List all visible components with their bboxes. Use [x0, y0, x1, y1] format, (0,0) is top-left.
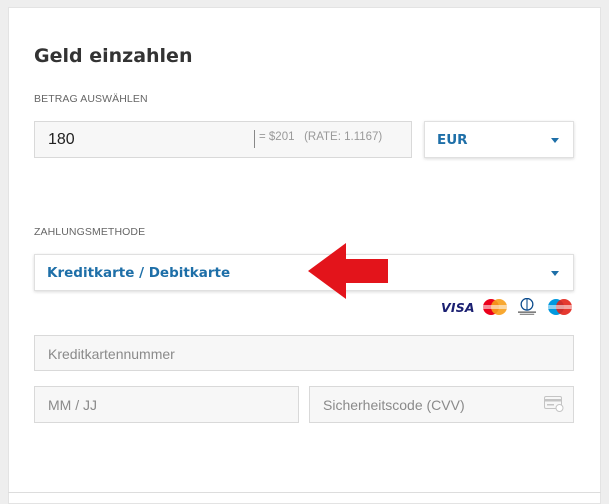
page-title: Geld einzahlen: [34, 45, 193, 67]
amount-value: 180: [48, 131, 75, 148]
red-arrow-icon: [308, 243, 388, 299]
currency-value: EUR: [437, 132, 468, 148]
divider: [8, 492, 601, 493]
conversion-rate: = $201 (RATE: 1.1167): [259, 131, 383, 143]
cvv-card-icon: [544, 396, 564, 412]
cvv-placeholder: Sicherheitscode (CVV): [323, 397, 465, 413]
diners-club-icon: [518, 298, 536, 315]
payment-method-select[interactable]: Kreditkarte / Debitkarte: [34, 254, 574, 291]
card-number-field[interactable]: Kreditkartennummer: [34, 335, 574, 371]
maestro-icon: [548, 299, 572, 315]
payment-method-value: Kreditkarte / Debitkarte: [47, 265, 231, 281]
amount-label: BETRAG AUSWÄHLEN: [34, 93, 148, 105]
mastercard-icon: [483, 299, 507, 315]
cvv-field[interactable]: Sicherheitscode (CVV): [309, 386, 574, 423]
currency-select[interactable]: EUR: [424, 121, 574, 158]
visa-icon: VISA: [441, 300, 475, 315]
expiry-field[interactable]: MM / JJ: [34, 386, 299, 423]
amount-input[interactable]: 180 = $201 (RATE: 1.1167): [34, 121, 412, 158]
chevron-down-icon: [551, 271, 559, 276]
card-number-placeholder: Kreditkartennummer: [48, 346, 175, 362]
chevron-down-icon: [551, 138, 559, 143]
text-cursor: [254, 130, 255, 148]
payment-method-label: ZAHLUNGSMETHODE: [34, 226, 146, 238]
expiry-placeholder: MM / JJ: [48, 397, 97, 413]
